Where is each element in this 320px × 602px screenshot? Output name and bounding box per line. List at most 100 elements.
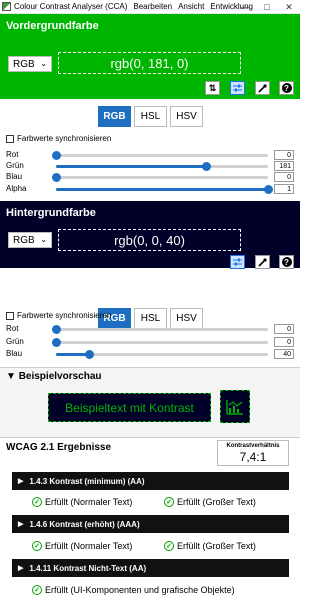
expand-triangle-icon: ▶	[18, 478, 24, 485]
foreground-help-button[interactable]: ?	[279, 81, 294, 95]
app-title: Colour Contrast Analyser (CCA)	[14, 2, 128, 11]
slider-track[interactable]	[52, 151, 268, 160]
checkbox-box[interactable]	[6, 134, 14, 143]
preview-title-text: Beispielvorschau	[18, 371, 102, 382]
foreground-slider-blau: Blau 0	[6, 172, 294, 183]
slider-thumb[interactable]	[264, 185, 273, 194]
slider-track[interactable]	[56, 350, 268, 359]
maximize-button[interactable]: □	[256, 0, 278, 14]
slider-label: Rot	[6, 150, 19, 159]
criterion-1-4-6-header[interactable]: ▶ 1.4.6 Kontrast (erhöht) (AAA)	[12, 515, 289, 533]
result-item: ✓ Erfüllt (UI-Komponenten und grafische …	[32, 585, 235, 595]
background-title: Hintergrundfarbe	[6, 207, 96, 219]
swap-colors-button[interactable]: ⇅	[205, 81, 220, 95]
preview-title: ▼ Beispielvorschau	[6, 371, 102, 382]
close-button[interactable]: ✕	[278, 0, 300, 14]
background-format-select[interactable]: RGB ⌄	[8, 232, 52, 248]
background-sync-checkbox[interactable]: Farbwerte synchronisieren	[6, 311, 111, 320]
result-text: Erfüllt (Normaler Text)	[45, 497, 133, 507]
foreground-slider-alpha: Alpha 1	[6, 184, 294, 195]
tab-foreground-hsv[interactable]: HSV	[170, 106, 203, 127]
slider-label: Blau	[6, 172, 23, 181]
background-slider-blau: Blau 40	[6, 349, 294, 360]
slider-label: Grün	[6, 337, 24, 346]
slider-thumb[interactable]	[202, 162, 212, 171]
slider-track[interactable]	[52, 338, 268, 347]
slider-label: Rot	[6, 324, 19, 333]
foreground-tabs: RGB HSL HSV	[98, 106, 206, 127]
foreground-format-select[interactable]: RGB ⌄	[8, 56, 52, 72]
slider-label: Alpha	[6, 184, 27, 193]
slider-value-input[interactable]: 0	[274, 150, 294, 160]
preview-area: Beispieltext mit Kontrast	[0, 385, 300, 437]
slider-label: Blau	[6, 349, 23, 358]
foreground-format-value: RGB	[13, 58, 35, 70]
help-icon: ?	[281, 257, 292, 267]
minimize-button[interactable]: —	[234, 0, 256, 14]
background-sliders-button[interactable]	[230, 255, 245, 269]
help-icon: ?	[281, 83, 292, 93]
slider-value-input[interactable]: 0	[274, 324, 294, 334]
expand-triangle-icon: ▶	[18, 521, 24, 528]
contrast-ratio-label: Kontrastverhältnis	[226, 443, 280, 449]
sync-label: Farbwerte synchronisieren	[17, 311, 112, 320]
chevron-down-icon: ⌄	[40, 235, 47, 244]
criterion-title: 1.4.6 Kontrast (erhöht) (AAA)	[29, 519, 140, 529]
slider-thumb[interactable]	[85, 350, 95, 359]
background-help-button[interactable]: ?	[279, 255, 294, 269]
check-circle-icon: ✓	[32, 585, 42, 595]
criterion-title: 1.4.11 Kontrast Nicht-Text (AA)	[29, 563, 147, 573]
tab-foreground-rgb[interactable]: RGB	[98, 106, 131, 127]
criterion-title: 1.4.3 Kontrast (minimum) (AA)	[29, 476, 145, 486]
background-eyedropper-button[interactable]	[255, 255, 270, 269]
contrast-ratio-box: Kontrastverhältnis 7,4:1	[217, 440, 289, 466]
checkbox-box[interactable]	[6, 311, 14, 320]
app-logo-icon	[2, 2, 11, 11]
slider-track[interactable]	[52, 173, 268, 182]
result-item: ✓ Erfüllt (Großer Text)	[164, 497, 256, 507]
background-slider-gruen: Grün 0	[6, 337, 294, 348]
slider-value-input[interactable]: 0	[274, 337, 294, 347]
foreground-slider-rot: Rot 0	[6, 150, 294, 161]
slider-label: Grün	[6, 161, 24, 170]
chart-icon	[226, 399, 243, 415]
slider-thumb[interactable]	[52, 173, 61, 182]
slider-track[interactable]	[56, 185, 273, 194]
foreground-color-input[interactable]: rgb(0, 181, 0)	[58, 52, 241, 74]
title-bar: Colour Contrast Analyser (CCA) Bearbeite…	[0, 0, 300, 14]
slider-track[interactable]	[52, 325, 268, 334]
slider-value-input[interactable]: 181	[274, 161, 294, 171]
result-text: Erfüllt (Normaler Text)	[45, 541, 133, 551]
slider-thumb[interactable]	[52, 151, 61, 160]
result-text: Erfüllt (Großer Text)	[177, 497, 256, 507]
check-circle-icon: ✓	[164, 541, 174, 551]
menu-ansicht[interactable]: Ansicht	[178, 2, 204, 11]
slider-value-input[interactable]: 40	[274, 349, 294, 359]
foreground-eyedropper-button[interactable]	[255, 81, 270, 95]
tab-foreground-hsl[interactable]: HSL	[134, 106, 167, 127]
sliders-icon	[233, 258, 242, 266]
slider-value-input[interactable]: 0	[274, 172, 294, 182]
check-circle-icon: ✓	[164, 497, 174, 507]
slider-value-input[interactable]: 1	[274, 184, 294, 194]
criterion-1-4-3-header[interactable]: ▶ 1.4.3 Kontrast (minimum) (AA)	[12, 472, 289, 490]
foreground-sync-checkbox[interactable]: Farbwerte synchronisieren	[6, 134, 111, 143]
foreground-sliders-button[interactable]	[230, 81, 245, 95]
slider-track[interactable]	[56, 162, 268, 171]
sample-graphic-preview	[220, 390, 250, 423]
preview-header[interactable]: ▼ Beispielvorschau	[0, 368, 300, 385]
foreground-slider-gruen: Grün 181	[6, 161, 294, 172]
result-item: ✓ Erfüllt (Normaler Text)	[32, 497, 132, 507]
menu-bearbeiten[interactable]: Bearbeiten	[133, 2, 172, 11]
slider-thumb[interactable]	[52, 325, 61, 334]
background-color-input[interactable]: rgb(0, 0, 40)	[58, 229, 241, 251]
contrast-ratio-value: 7,4:1	[239, 450, 267, 464]
wcag-title: WCAG 2.1 Ergebnisse	[6, 442, 112, 453]
check-circle-icon: ✓	[32, 497, 42, 507]
foreground-panel: Vordergrundfarbe RGB ⌄ rgb(0, 181, 0) ⇅ …	[0, 14, 300, 99]
eyedropper-icon	[258, 83, 267, 93]
criterion-1-4-11-header[interactable]: ▶ 1.4.11 Kontrast Nicht-Text (AA)	[12, 559, 289, 577]
slider-thumb[interactable]	[52, 338, 61, 347]
background-format-value: RGB	[13, 234, 35, 246]
check-circle-icon: ✓	[32, 541, 42, 551]
